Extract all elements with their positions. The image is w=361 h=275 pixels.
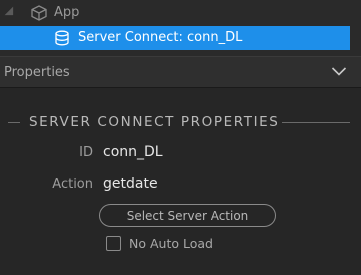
no-auto-load-label[interactable]: No Auto Load [129,236,213,251]
action-field[interactable]: getdate [103,176,158,192]
section-divider [282,122,350,123]
section-divider [8,122,20,123]
tree-item-server-connect[interactable]: Server Connect: conn_DL [0,26,350,50]
properties-panel-header[interactable]: Properties [0,56,361,88]
no-auto-load-checkbox[interactable] [106,236,121,251]
tree-item-label: Server Connect: conn_DL [78,30,243,45]
action-label: Action [52,177,93,192]
section-title: SERVER CONNECT PROPERTIES [29,114,280,130]
scrollbar-track[interactable] [350,0,361,56]
structure-tree: App Server Connect: conn_DL [0,0,361,56]
select-server-action-button[interactable]: Select Server Action [99,204,276,227]
panel-title: Properties [4,65,70,80]
tree-item-label: App [54,5,80,20]
cube-icon [31,5,47,21]
properties-panel-body: SERVER CONNECT PROPERTIES ID conn_DL Act… [0,88,361,275]
expand-caret-icon[interactable] [4,6,18,20]
chevron-down-icon[interactable] [331,65,347,77]
id-field[interactable]: conn_DL [103,144,163,160]
id-label: ID [79,145,93,160]
database-icon [55,30,69,46]
tree-item-app[interactable]: App [0,1,350,25]
